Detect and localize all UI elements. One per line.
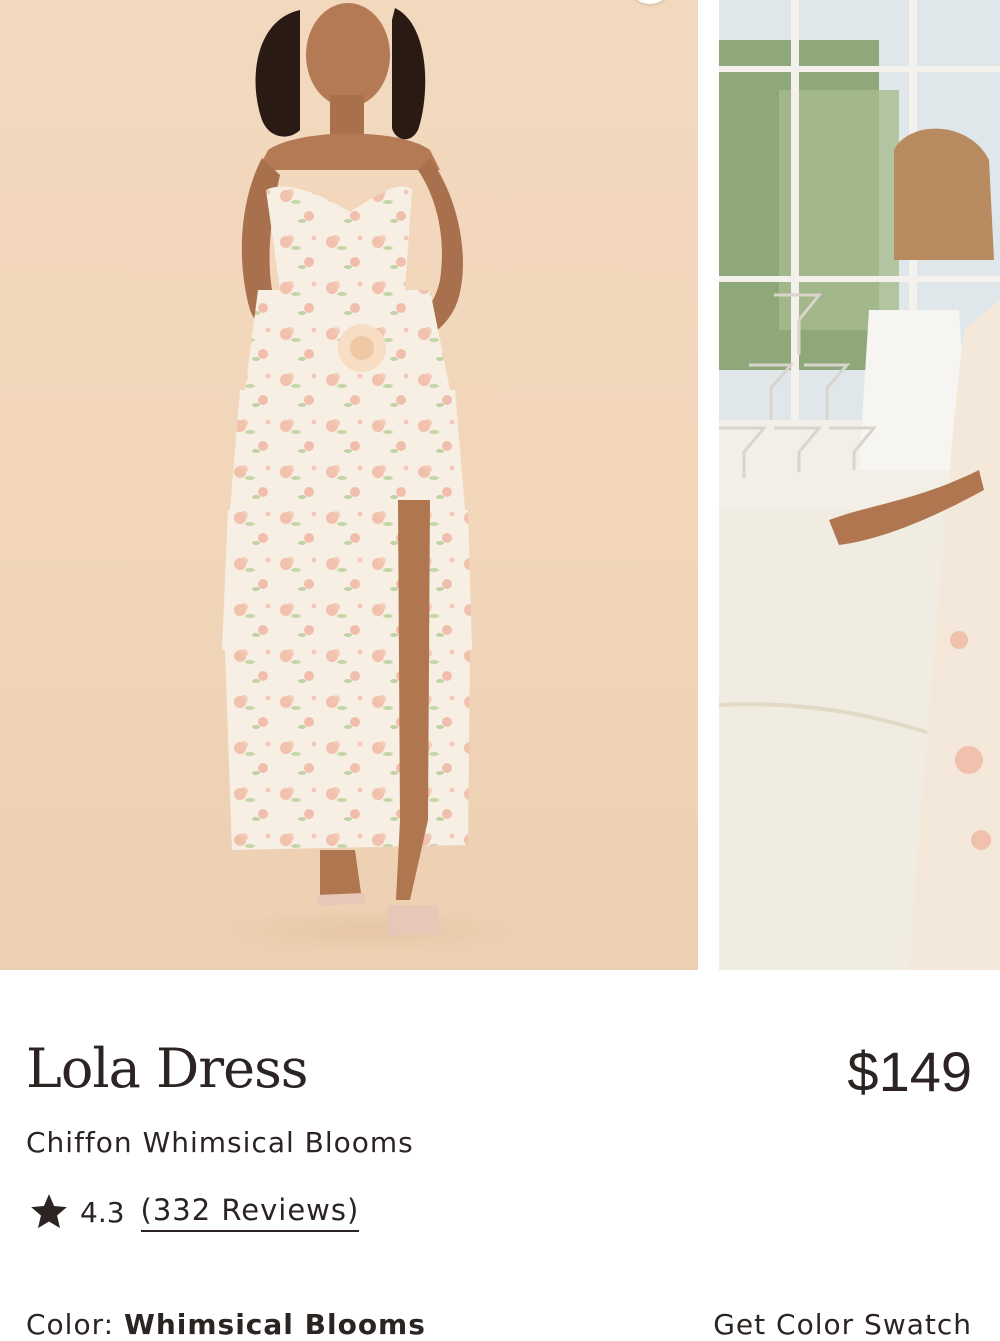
star-icon: [31, 1194, 67, 1229]
color-value: Whimsical Blooms: [123, 1308, 426, 1341]
model-illustration: [220, 3, 520, 952]
product-fabric-color: Chiffon Whimsical Blooms: [26, 1126, 414, 1159]
get-color-swatch-link[interactable]: Get Color Swatch: [713, 1308, 972, 1341]
rating-value: 4.3: [80, 1195, 125, 1229]
rating-summary: 4.3 (332 Reviews): [28, 1190, 360, 1234]
product-image-main[interactable]: [0, 0, 698, 970]
color-label: Color:: [26, 1308, 115, 1341]
image-gallery[interactable]: [0, 0, 1000, 970]
color-selection: Color: Whimsical Blooms: [26, 1308, 426, 1341]
lifestyle-illustration: [719, 0, 1000, 970]
reviews-link[interactable]: (332 Reviews): [140, 1193, 360, 1232]
product-title: Lola Dress: [26, 1037, 308, 1100]
product-price: $149: [847, 1040, 972, 1103]
product-image-secondary[interactable]: [719, 0, 1000, 970]
product-info: Lola Dress $149 Chiffon Whimsical Blooms…: [0, 970, 1000, 1341]
